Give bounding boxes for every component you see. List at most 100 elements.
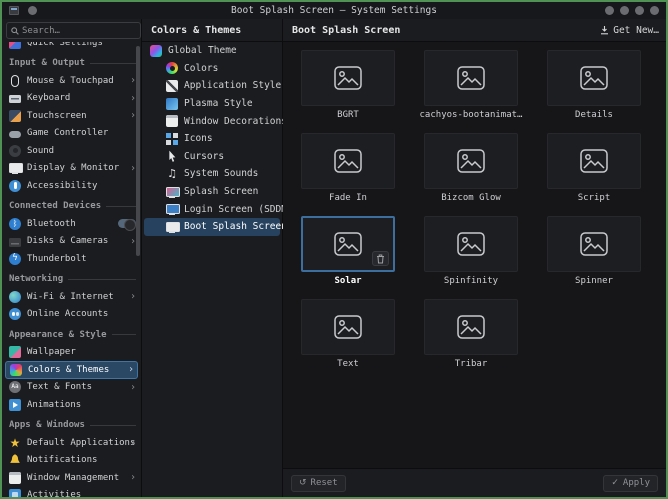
bluetooth-toggle[interactable]: [118, 218, 136, 231]
subpanel-item-cursors[interactable]: Cursors: [142, 148, 282, 166]
theme-label: Spinner: [575, 276, 613, 286]
sidebar-item-display-monitor[interactable]: Display & Monitor ›: [2, 160, 141, 178]
theme-label: BGRT: [337, 110, 359, 120]
subpanel-item-colors[interactable]: Colors: [142, 60, 282, 78]
animations-icon: [9, 398, 21, 411]
image-placeholder-icon: [334, 66, 362, 90]
boot-splash-panel: Boot Splash Screen Get New… BGRT cachyos…: [283, 19, 666, 497]
splash-screen-icon: [166, 186, 180, 198]
sidebar-item-game-controller[interactable]: Game Controller: [2, 125, 141, 143]
theme-tile-spinfinity[interactable]: Spinfinity: [424, 216, 518, 286]
theme-tile-cachyos[interactable]: cachyos-bootanimat…: [420, 50, 522, 120]
reset-button[interactable]: ↺ Reset: [291, 474, 346, 492]
trash-icon: [377, 254, 384, 263]
sidebar-item-text-fonts[interactable]: Aa Text & Fonts ›: [2, 379, 141, 397]
image-placeholder-icon: [334, 315, 362, 339]
bell-icon: [10, 454, 20, 463]
subpanel-item-system-sounds[interactable]: ♫ System Sounds: [142, 165, 282, 183]
sidebar-item-thunderbolt[interactable]: ϟ Thunderbolt: [2, 250, 141, 268]
apply-button[interactable]: ✓ Apply: [603, 474, 658, 492]
image-placeholder-icon: [457, 232, 485, 256]
subpanel-item-splash-screen[interactable]: Splash Screen: [142, 183, 282, 201]
image-placeholder-icon: [457, 149, 485, 173]
wallpaper-icon: [9, 346, 21, 359]
titlebar: Boot Splash Screen — System Settings: [2, 2, 666, 19]
sidebar-section-connected-devices: Connected Devices: [2, 198, 141, 216]
sidebar-item-animations[interactable]: Animations: [2, 396, 141, 414]
subpanel-title: Colors & Themes: [142, 19, 282, 42]
mouse-icon: [11, 74, 19, 87]
sidebar-item-touchscreen[interactable]: Touchscreen ›: [2, 107, 141, 125]
touchscreen-icon: [9, 109, 21, 122]
search-icon: [11, 26, 19, 35]
sidebar-item-sound[interactable]: Sound: [2, 142, 141, 160]
theme-label: Text: [337, 359, 359, 369]
sidebar-item-disks-cameras[interactable]: Disks & Cameras ›: [2, 233, 141, 251]
subpanel-item-login-screen[interactable]: Login Screen (SDDM): [142, 200, 293, 218]
sidebar-item-quick-settings[interactable]: Quick Settings: [2, 42, 141, 52]
sidebar-nav: Quick Settings Input & Output Mouse & To…: [2, 42, 141, 497]
sidebar-item-accessibility[interactable]: Accessibility: [2, 177, 141, 195]
game-controller-icon: [9, 131, 21, 138]
theme-tile-bgrt[interactable]: BGRT: [301, 50, 395, 120]
theme-tile-script[interactable]: Script: [547, 133, 641, 203]
theme-tile-spinner[interactable]: Spinner: [547, 216, 641, 286]
cursors-icon: [169, 150, 176, 162]
sidebar-item-colors-themes[interactable]: Colors & Themes ›: [5, 361, 138, 379]
theme-tile-solar[interactable]: Solar: [301, 216, 395, 286]
theme-tile-bizcom-glow[interactable]: Bizcom Glow: [424, 133, 518, 203]
boot-splash-screen-icon: [166, 221, 180, 233]
theme-label: Solar: [334, 276, 362, 286]
sidebar-item-default-applications[interactable]: ★ Default Applications ›: [2, 434, 141, 452]
image-placeholder-icon: [457, 66, 485, 90]
theme-label: Spinfinity: [443, 276, 499, 286]
subpanel-item-window-decorations[interactable]: Window Decorations: [142, 112, 287, 130]
theme-tile-tribar[interactable]: Tribar: [424, 299, 518, 369]
accessibility-icon: [9, 179, 21, 192]
chevron-right-icon: ›: [127, 364, 134, 376]
window-title: Boot Splash Screen — System Settings: [231, 5, 437, 16]
image-placeholder-icon: [580, 66, 608, 90]
bluetooth-icon: ᛒ: [9, 217, 21, 230]
image-placeholder-icon: [457, 315, 485, 339]
sidebar-item-wifi-internet[interactable]: Wi-Fi & Internet ›: [2, 288, 141, 306]
chevron-right-icon: ›: [129, 472, 136, 484]
subpanel-item-boot-splash-screen[interactable]: Boot Splash Screen: [144, 217, 287, 236]
footer-bar: ↺ Reset ✓ Apply: [283, 469, 666, 497]
sound-icon: [9, 144, 21, 157]
get-new-button[interactable]: Get New…: [600, 25, 659, 36]
sidebar: Quick Settings Input & Output Mouse & To…: [2, 19, 142, 497]
theme-label: Tribar: [454, 359, 488, 369]
theme-tile-details[interactable]: Details: [547, 50, 641, 120]
sidebar-item-window-management[interactable]: Window Management ›: [2, 469, 141, 487]
star-icon: ★: [9, 435, 21, 450]
keyboard-icon: [9, 95, 21, 104]
apply-check-icon: ✓: [611, 478, 619, 488]
subpanel-item-global-theme[interactable]: Global Theme: [142, 42, 282, 60]
sidebar-item-online-accounts[interactable]: Online Accounts: [2, 306, 141, 324]
delete-theme-button[interactable]: [372, 251, 389, 266]
sidebar-item-notifications[interactable]: Notifications: [2, 452, 141, 470]
sidebar-item-activities[interactable]: Activities: [2, 487, 141, 497]
download-icon: [601, 26, 609, 35]
search-input[interactable]: [22, 25, 136, 36]
disks-cameras-icon: [9, 237, 21, 247]
sidebar-item-mouse-touchpad[interactable]: Mouse & Touchpad ›: [2, 72, 141, 90]
subpanel-item-plasma-style[interactable]: Plasma Style: [142, 95, 282, 113]
theme-tile-text[interactable]: Text: [301, 299, 395, 369]
chevron-right-icon: ›: [129, 291, 136, 303]
subpanel-item-icons[interactable]: Icons: [142, 130, 282, 148]
colors-themes-icon: [10, 363, 22, 376]
sidebar-item-wallpaper[interactable]: Wallpaper: [2, 344, 141, 362]
sidebar-section-networking: Networking: [2, 271, 141, 289]
colors-icon: [166, 62, 178, 75]
subpanel-item-application-style[interactable]: Application Style: [142, 77, 282, 95]
search-box[interactable]: [6, 22, 141, 39]
theme-tile-fade-in[interactable]: Fade In: [301, 133, 395, 203]
activities-icon: [9, 489, 21, 497]
sidebar-section-appearance-style: Appearance & Style: [2, 326, 141, 344]
page-title: Boot Splash Screen: [292, 24, 401, 36]
sidebar-item-keyboard[interactable]: Keyboard ›: [2, 90, 141, 108]
sidebar-item-bluetooth[interactable]: ᛒ Bluetooth: [2, 215, 141, 233]
sidebar-scrollbar[interactable]: [136, 46, 140, 256]
